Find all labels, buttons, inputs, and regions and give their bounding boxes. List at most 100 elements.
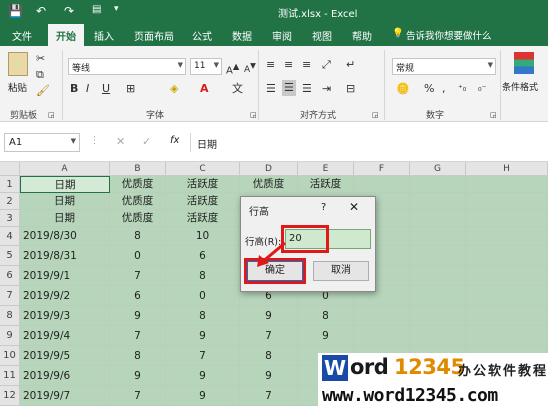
cell[interactable]: 2019/8/30 bbox=[20, 227, 110, 246]
column-header[interactable]: G bbox=[410, 162, 466, 176]
tab-home[interactable]: 开始 bbox=[48, 24, 84, 46]
cell[interactable]: 2019/8/31 bbox=[20, 246, 110, 266]
tell-me-search[interactable]: 告诉我你想要做什么 bbox=[406, 28, 492, 42]
font-name-combo[interactable]: 等线 ▼ bbox=[68, 58, 186, 75]
number-format-combo[interactable]: 常规 ▼ bbox=[392, 58, 496, 75]
indent-icon[interactable]: ⇥ bbox=[322, 82, 331, 96]
close-icon[interactable]: ✕ bbox=[349, 200, 359, 214]
row-header[interactable]: 2 bbox=[0, 193, 20, 210]
cell[interactable]: 7 bbox=[110, 266, 166, 286]
cell[interactable]: 活跃度 bbox=[166, 210, 240, 227]
row-header[interactable]: 9 bbox=[0, 326, 20, 346]
increase-decimal-icon[interactable]: ⁺₀ bbox=[458, 82, 466, 96]
cell[interactable] bbox=[410, 176, 466, 193]
formula-input[interactable]: 日期 bbox=[190, 133, 544, 152]
enter-icon[interactable]: ✓ bbox=[142, 135, 151, 148]
insert-function-icon[interactable]: fx bbox=[170, 135, 179, 146]
cell[interactable] bbox=[466, 227, 548, 246]
phonetic-icon[interactable]: 文 bbox=[232, 82, 243, 96]
tab-view[interactable]: 视图 bbox=[312, 28, 332, 43]
cell[interactable]: 8 bbox=[240, 346, 298, 366]
grow-font-icon[interactable]: A▲ bbox=[226, 59, 239, 78]
cell[interactable]: 9 bbox=[240, 306, 298, 326]
cell[interactable]: 9 bbox=[110, 366, 166, 386]
align-center-icon[interactable]: ☰ bbox=[282, 80, 296, 96]
tab-review[interactable]: 审阅 bbox=[272, 28, 292, 43]
align-right-icon[interactable]: ☰ bbox=[302, 82, 312, 96]
cell[interactable]: 2019/9/2 bbox=[20, 286, 110, 306]
cell[interactable] bbox=[354, 306, 410, 326]
font-size-combo[interactable]: 11 ▼ bbox=[190, 58, 222, 75]
cell[interactable] bbox=[466, 306, 548, 326]
cell[interactable]: 活跃度 bbox=[166, 193, 240, 210]
column-header[interactable]: B bbox=[110, 162, 166, 176]
tab-file[interactable]: 文件 bbox=[12, 28, 32, 43]
column-header[interactable]: C bbox=[166, 162, 240, 176]
cell[interactable]: 7 bbox=[240, 326, 298, 346]
cell[interactable] bbox=[466, 193, 548, 210]
cell[interactable]: 7 bbox=[240, 386, 298, 406]
tab-data[interactable]: 数据 bbox=[232, 28, 252, 43]
help-icon[interactable]: ? bbox=[321, 202, 326, 213]
splitter-icon[interactable]: ⋮ bbox=[90, 136, 99, 146]
clipboard-launcher-icon[interactable]: ◲ bbox=[48, 108, 55, 122]
fill-color-icon[interactable]: ◈ bbox=[170, 82, 178, 96]
cell[interactable] bbox=[466, 326, 548, 346]
cell[interactable] bbox=[410, 246, 466, 266]
cell[interactable]: 优质度 bbox=[110, 210, 166, 227]
cell[interactable]: 0 bbox=[110, 246, 166, 266]
cell[interactable]: 2019/9/4 bbox=[20, 326, 110, 346]
cell[interactable] bbox=[354, 326, 410, 346]
conditional-formatting-icon[interactable] bbox=[514, 52, 534, 74]
save-icon[interactable]: 💾 bbox=[8, 4, 23, 18]
cell[interactable] bbox=[410, 210, 466, 227]
cell[interactable]: 日期 bbox=[20, 210, 110, 227]
cell[interactable]: 优质度 bbox=[110, 176, 166, 193]
cell[interactable]: 6 bbox=[166, 246, 240, 266]
cell[interactable] bbox=[466, 176, 548, 193]
cell[interactable] bbox=[410, 306, 466, 326]
undo-icon[interactable]: ↶ bbox=[36, 4, 46, 18]
column-header[interactable]: D bbox=[240, 162, 298, 176]
cancel-button[interactable]: 取消 bbox=[313, 261, 369, 281]
select-all-corner[interactable] bbox=[0, 162, 20, 176]
cell[interactable]: 7 bbox=[166, 346, 240, 366]
align-top-icon[interactable]: ≡ bbox=[266, 58, 275, 72]
row-header[interactable]: 11 bbox=[0, 366, 20, 386]
cell[interactable]: 优质度 bbox=[110, 193, 166, 210]
cell[interactable]: 9 bbox=[110, 306, 166, 326]
row-header[interactable]: 7 bbox=[0, 286, 20, 306]
merge-center-icon[interactable]: ⊟ bbox=[346, 82, 355, 96]
row-header[interactable]: 10 bbox=[0, 346, 20, 366]
cell[interactable]: 2019/9/6 bbox=[20, 366, 110, 386]
cell[interactable]: 6 bbox=[110, 286, 166, 306]
cell[interactable] bbox=[410, 193, 466, 210]
copy-icon[interactable]: ⧉ bbox=[36, 68, 44, 82]
row-header[interactable]: 5 bbox=[0, 246, 20, 266]
cell[interactable]: 8 bbox=[166, 306, 240, 326]
row-header[interactable]: 8 bbox=[0, 306, 20, 326]
cell[interactable]: 10 bbox=[166, 227, 240, 246]
underline-icon[interactable]: U bbox=[102, 82, 110, 96]
cancel-entry-icon[interactable]: ✕ bbox=[116, 135, 125, 148]
tab-formulas[interactable]: 公式 bbox=[192, 28, 212, 43]
align-middle-icon[interactable]: ≡ bbox=[284, 58, 293, 72]
redo-icon[interactable]: ↷ bbox=[64, 4, 74, 18]
shrink-font-icon[interactable]: A▼ bbox=[244, 59, 256, 77]
row-header[interactable]: 4 bbox=[0, 227, 20, 246]
cell[interactable]: 8 bbox=[110, 346, 166, 366]
form-icon[interactable]: ▤ bbox=[92, 4, 101, 15]
cell[interactable]: 9 bbox=[166, 366, 240, 386]
cell[interactable] bbox=[466, 246, 548, 266]
font-launcher-icon[interactable]: ◲ bbox=[250, 108, 257, 122]
cell[interactable]: 日期 bbox=[20, 193, 110, 210]
cell[interactable]: 8 bbox=[298, 306, 354, 326]
cell[interactable] bbox=[466, 266, 548, 286]
cell[interactable] bbox=[354, 176, 410, 193]
align-left-icon[interactable]: ☰ bbox=[266, 82, 276, 96]
bold-icon[interactable]: B bbox=[70, 82, 78, 96]
cell[interactable]: 7 bbox=[110, 326, 166, 346]
tab-page-layout[interactable]: 页面布局 bbox=[134, 28, 174, 43]
paste-button[interactable]: 粘贴 bbox=[8, 80, 27, 94]
cell[interactable]: 2019/9/1 bbox=[20, 266, 110, 286]
